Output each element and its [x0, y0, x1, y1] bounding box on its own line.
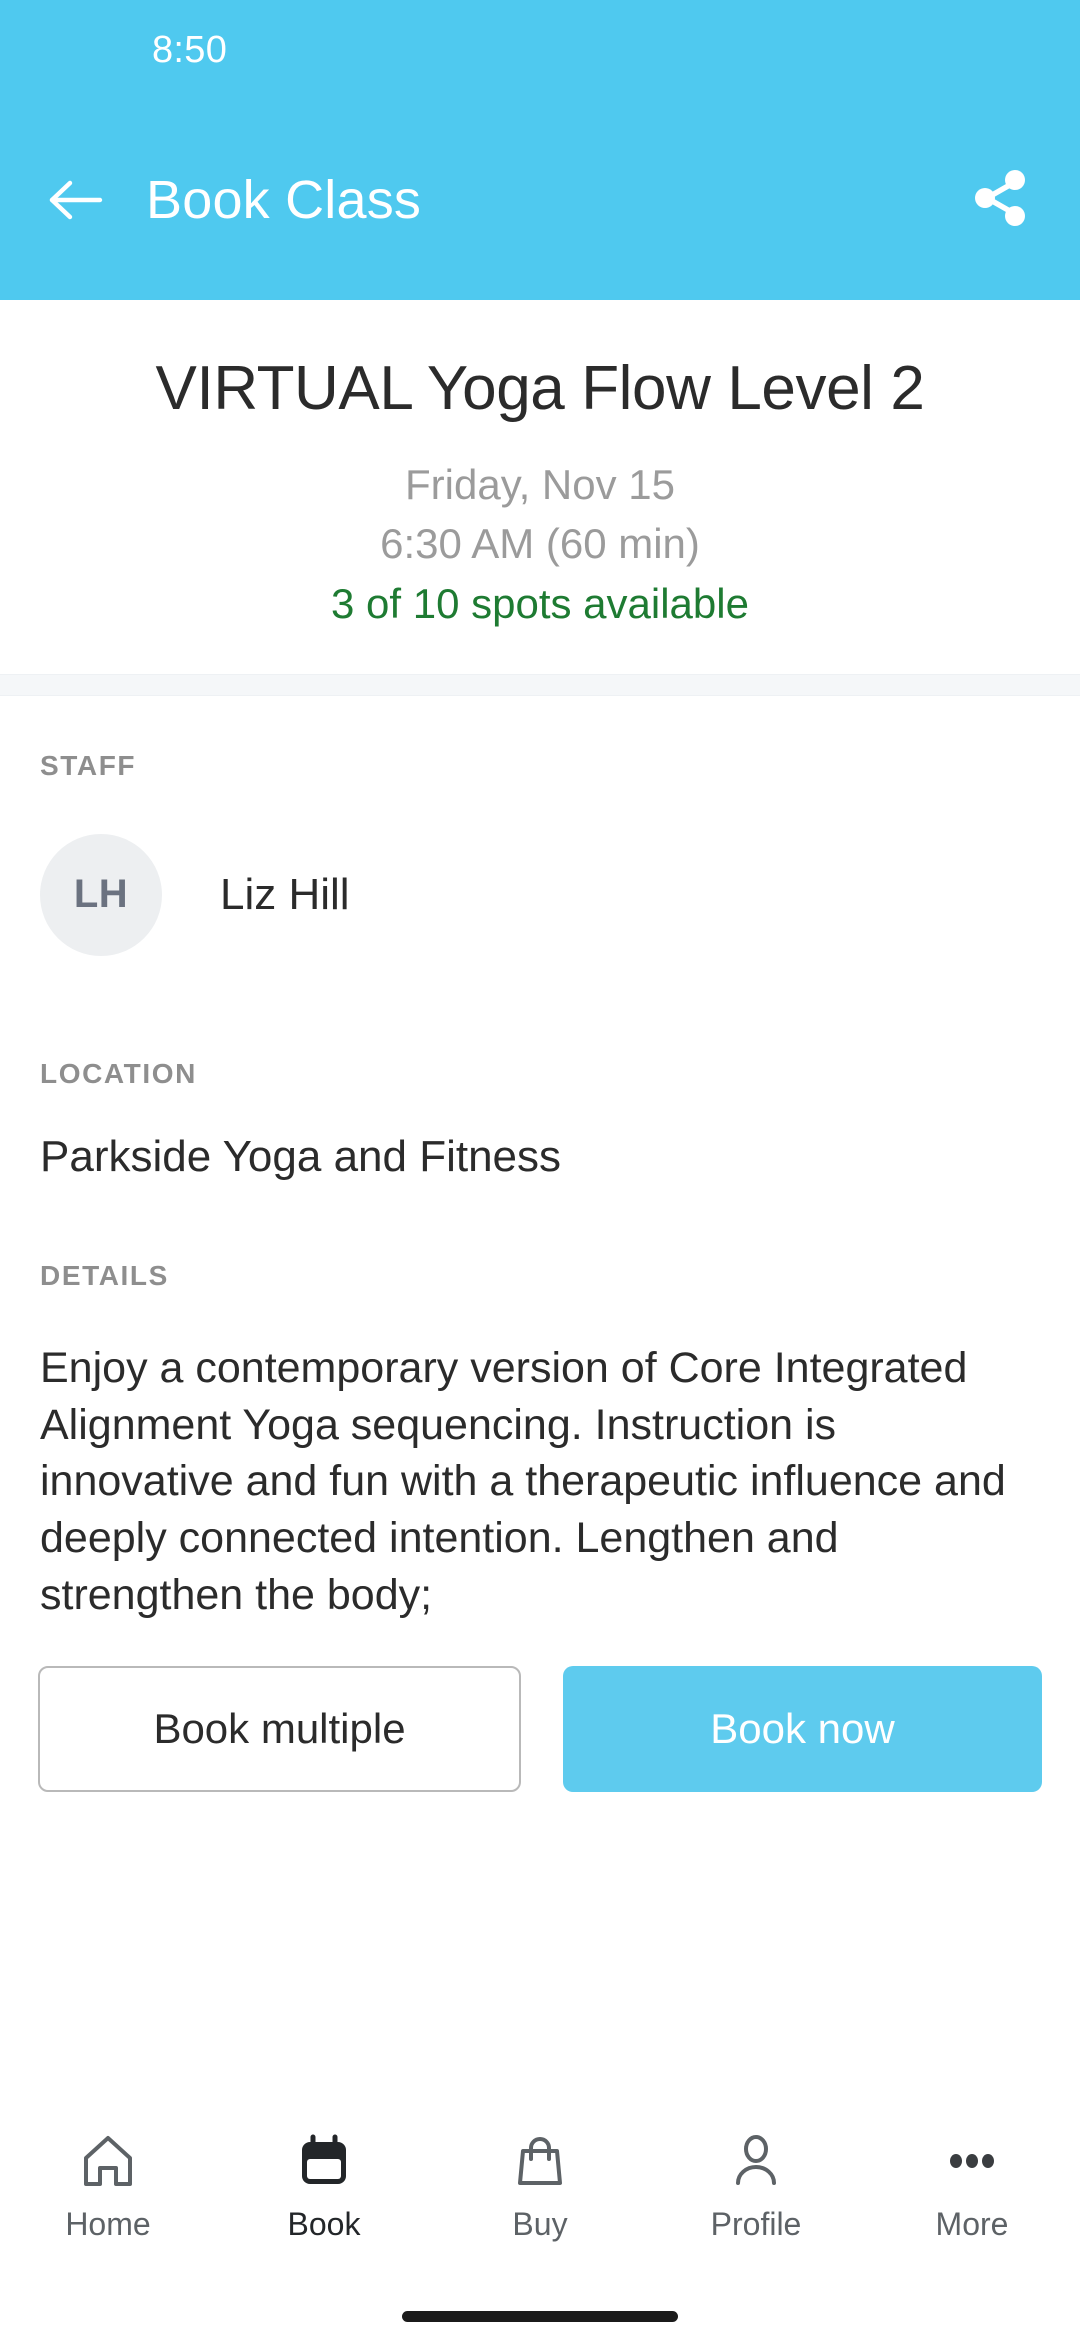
nav-label-profile: Profile: [710, 2206, 802, 2242]
home-gesture-bar[interactable]: [402, 2310, 678, 2322]
status-bar-clock: 8:50: [152, 28, 228, 71]
nav-item-profile[interactable]: Profile: [648, 2130, 864, 2243]
app-bar: Book Class: [0, 100, 1080, 300]
class-availability: 3 of 10 spots available: [331, 579, 749, 627]
person-icon: [728, 2130, 784, 2192]
app-screen: 8:50 Book Class VIRTUAL Yoga Flow Level …: [0, 0, 1080, 2340]
class-summary: VIRTUAL Yoga Flow Level 2 Friday, Nov 15…: [0, 300, 1080, 674]
class-info-sections: STAFF LH Liz Hill LOCATION Parkside Yoga…: [0, 696, 1080, 1624]
bottom-navigation: Home Book Buy Profile More: [0, 2104, 1080, 2292]
nav-item-buy[interactable]: Buy: [432, 2130, 648, 2243]
app-bar-title: Book Class: [146, 170, 422, 230]
ellipsis-icon: [944, 2130, 1000, 2192]
class-time: 6:30 AM (60 min): [380, 520, 700, 568]
share-button[interactable]: [964, 164, 1036, 236]
section-divider: [0, 673, 1080, 696]
staff-name: Liz Hill: [220, 869, 350, 919]
gesture-bar-area: [0, 2292, 1080, 2340]
class-title: VIRTUAL Yoga Flow Level 2: [155, 354, 925, 423]
share-icon: [967, 165, 1033, 236]
nav-label-book: Book: [287, 2206, 361, 2242]
book-multiple-button[interactable]: Book multiple: [38, 1665, 521, 1792]
location-section-label: LOCATION: [40, 1057, 197, 1089]
calendar-icon: [296, 2130, 352, 2192]
staff-row[interactable]: LH Liz Hill: [40, 833, 1040, 956]
nav-item-book[interactable]: Book: [216, 2130, 432, 2243]
avatar: LH: [40, 833, 162, 956]
nav-item-home[interactable]: Home: [0, 2130, 216, 2243]
nav-label-more: More: [935, 2206, 1009, 2242]
nav-label-buy: Buy: [512, 2206, 568, 2242]
action-buttons: Book multiple Book now: [0, 1624, 1080, 1792]
location-value: Parkside Yoga and Fitness: [40, 1131, 562, 1181]
nav-item-more[interactable]: More: [864, 2130, 1080, 2243]
shopping-bag-icon: [512, 2130, 568, 2192]
staff-section-label: STAFF: [40, 749, 137, 781]
avatar-initials: LH: [73, 872, 129, 917]
details-section-label: DETAILS: [40, 1259, 169, 1291]
home-icon: [80, 2130, 136, 2192]
page-content: VIRTUAL Yoga Flow Level 2 Friday, Nov 15…: [0, 300, 1080, 2104]
nav-label-home: Home: [65, 2206, 151, 2242]
details-text: Enjoy a contemporary version of Core Int…: [40, 1343, 1006, 1619]
arrow-left-icon: [48, 177, 104, 223]
status-bar: 8:50: [0, 0, 1080, 100]
back-button[interactable]: [46, 170, 106, 230]
book-now-button[interactable]: Book now: [563, 1665, 1042, 1792]
class-date: Friday, Nov 15: [405, 460, 675, 508]
